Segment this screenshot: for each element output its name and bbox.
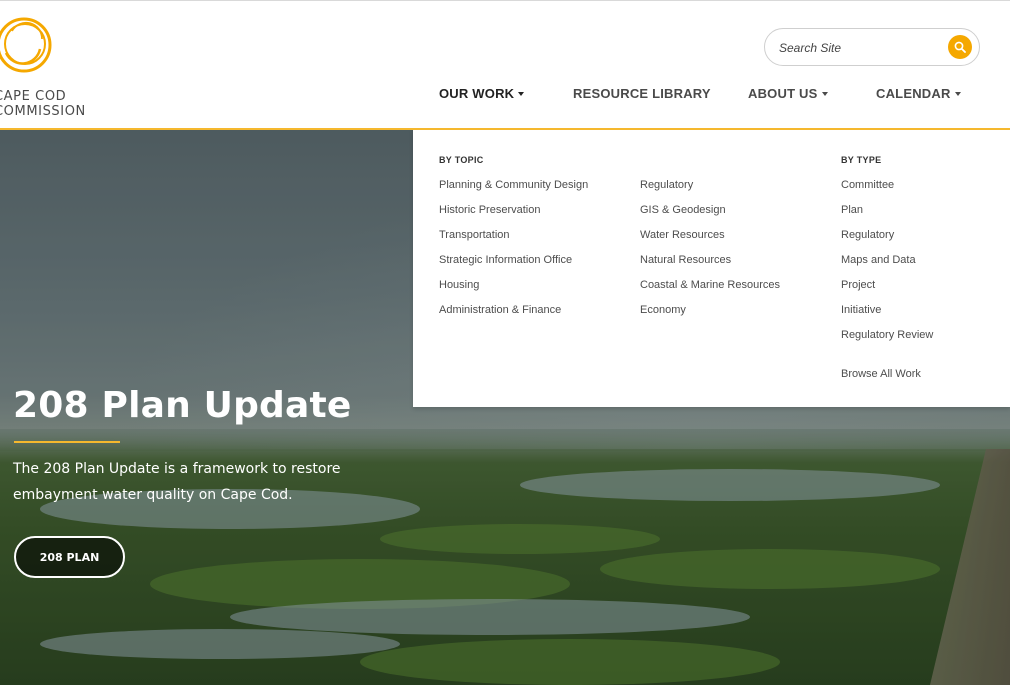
nav-calendar[interactable]: CALENDAR [876, 86, 961, 101]
nav-our-work[interactable]: OUR WORK [439, 86, 525, 101]
search-icon [954, 41, 966, 53]
menu-link-strategic-information-office[interactable]: Strategic Information Office [439, 254, 572, 266]
menu-link-natural-resources[interactable]: Natural Resources [640, 254, 731, 266]
search-input[interactable] [777, 38, 941, 58]
menu-link-project[interactable]: Project [841, 279, 875, 291]
menu-link-regulatory[interactable]: Regulatory [640, 179, 693, 191]
caret-down-icon [954, 91, 961, 96]
site-header: CAPE COD COMMISSION OUR WORK RESOURCE LI… [0, 0, 1010, 130]
menu-link-regulatory-review[interactable]: Regulatory Review [841, 329, 933, 341]
browse-all-work-link[interactable]: Browse All Work [841, 368, 921, 380]
search-button[interactable] [948, 35, 972, 59]
menu-link-transportation[interactable]: Transportation [439, 229, 510, 241]
nav-calendar-label: CALENDAR [876, 86, 951, 101]
logo-line-1: CAPE COD [0, 89, 67, 104]
menu-link-economy[interactable]: Economy [640, 304, 686, 316]
menu-link-plan[interactable]: Plan [841, 204, 863, 216]
nav-resource-library-label: RESOURCE LIBRARY [573, 86, 711, 101]
menu-link-maps-and-data[interactable]: Maps and Data [841, 254, 916, 266]
menu-link-type-regulatory[interactable]: Regulatory [841, 229, 894, 241]
nav-our-work-label: OUR WORK [439, 86, 515, 101]
menu-link-initiative[interactable]: Initiative [841, 304, 881, 316]
caret-down-icon [518, 91, 525, 96]
logo-icon[interactable] [0, 9, 58, 79]
by-topic-heading: BY TOPIC [439, 155, 484, 165]
search-box [764, 28, 980, 66]
menu-link-gis-geodesign[interactable]: GIS & Geodesign [640, 204, 726, 216]
nav-about-us-label: ABOUT US [748, 86, 818, 101]
nav-about-us[interactable]: ABOUT US [748, 86, 828, 101]
hero-title: 208 Plan Update [13, 385, 352, 426]
menu-link-committee[interactable]: Committee [841, 179, 894, 191]
hero-description: The 208 Plan Update is a framework to re… [13, 461, 341, 503]
menu-link-administration-finance[interactable]: Administration & Finance [439, 304, 561, 316]
caret-down-icon [821, 91, 828, 96]
logo-line-2: COMMISSION [0, 104, 86, 119]
nav-resource-library[interactable]: RESOURCE LIBRARY [573, 86, 711, 101]
by-type-heading: BY TYPE [841, 155, 882, 165]
208-plan-button[interactable]: 208 PLAN [14, 536, 125, 578]
menu-link-coastal-marine-resources[interactable]: Coastal & Marine Resources [640, 279, 780, 291]
logo-wordmark[interactable]: CAPE COD COMMISSION [0, 89, 86, 119]
menu-link-planning-community-design[interactable]: Planning & Community Design [439, 179, 588, 191]
menu-link-historic-preservation[interactable]: Historic Preservation [439, 204, 540, 216]
menu-link-water-resources[interactable]: Water Resources [640, 229, 725, 241]
our-work-dropdown: BY TOPIC BY TYPE Planning & Community De… [413, 129, 1010, 407]
menu-link-housing[interactable]: Housing [439, 279, 479, 291]
hero-divider [14, 441, 120, 443]
